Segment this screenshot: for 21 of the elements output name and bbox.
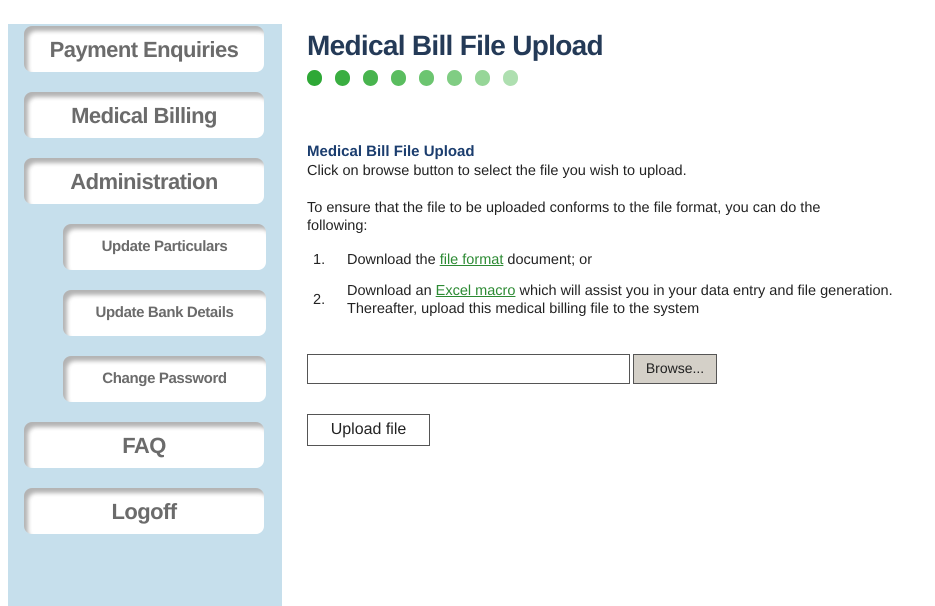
intro-text: To ensure that the file to be uploaded conforms to the file format, you can do the following: xyxy=(307,198,822,235)
step-number: 2. xyxy=(312,290,326,309)
section-title: Medical Bill File Upload xyxy=(307,143,476,162)
file-path-field[interactable] xyxy=(307,354,630,384)
instruction-text: Click on browse button to select the file you wish to upload. xyxy=(307,162,688,180)
page-title: Medical Bill File Upload xyxy=(307,32,604,60)
link[interactable]: file format xyxy=(440,252,504,268)
menu-button[interactable]: Medical Billing xyxy=(24,92,264,138)
menu-button[interactable]: Change Password xyxy=(63,356,266,402)
upload-button[interactable]: Upload file xyxy=(307,414,430,446)
menu-button[interactable]: Administration xyxy=(24,158,264,204)
step-number: 1. xyxy=(312,250,326,269)
link[interactable]: Excel macro xyxy=(436,282,516,299)
menu-button[interactable]: Update Particulars xyxy=(63,224,266,270)
step-text: Download the file format document; or xyxy=(347,250,594,269)
menu-button[interactable]: Payment Enquiries xyxy=(24,26,264,72)
menu-button[interactable]: Update Bank Details xyxy=(63,290,266,336)
menu-button[interactable]: FAQ xyxy=(24,422,264,468)
menu-button[interactable]: Logoff xyxy=(24,488,264,534)
step-text: Download an Excel macro which will assist you in your data entry and file generation. Thereafter, upload this medical billing file to the system xyxy=(347,282,894,318)
browse-button[interactable]: Browse... xyxy=(633,354,717,384)
